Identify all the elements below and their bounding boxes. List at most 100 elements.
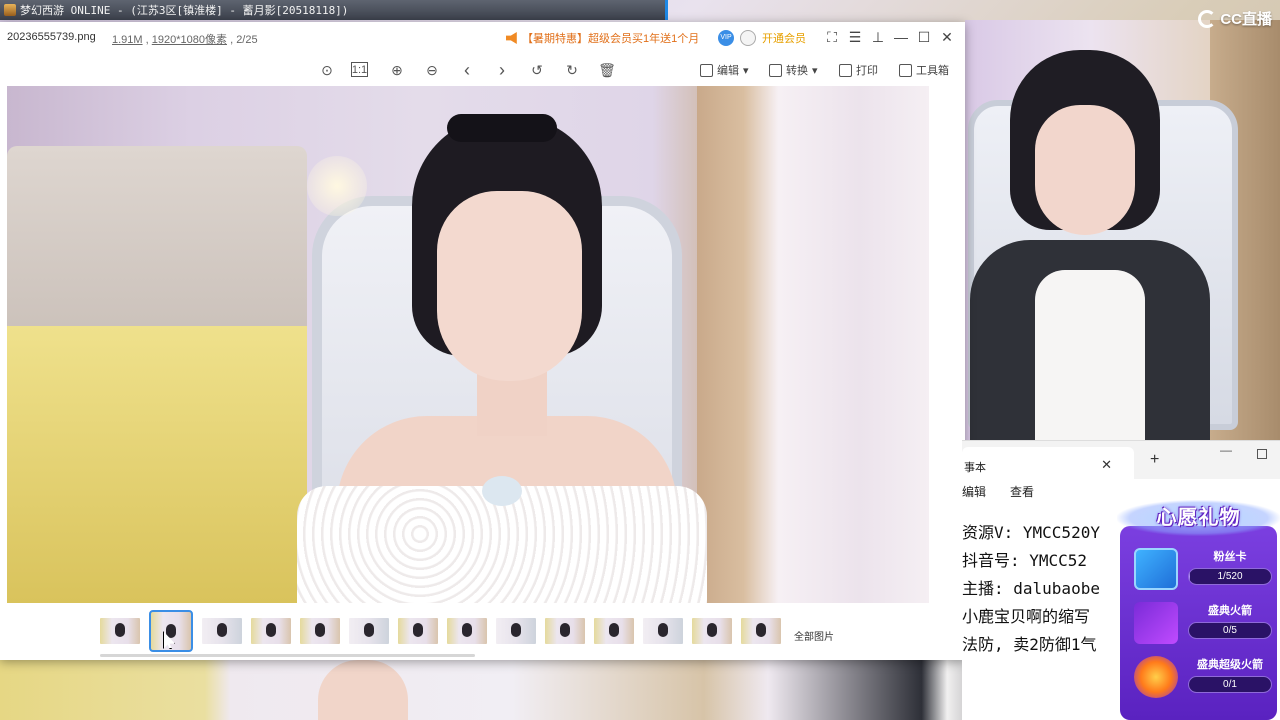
grid-icon (899, 63, 912, 77)
zoom-in-icon[interactable]: ⊕ (386, 60, 408, 80)
convert-menu[interactable]: 转换 ▾ (769, 62, 818, 78)
thumbnail[interactable] (741, 618, 781, 644)
thumbnail[interactable] (643, 618, 683, 644)
game-title: 梦幻西游 ONLINE - (江苏3区[镇淮楼] - 蓄月影[20518118]… (20, 4, 349, 17)
next-icon[interactable]: › (491, 60, 513, 80)
gift-progress-text: 1/520 (1217, 571, 1243, 582)
menu-view[interactable]: 查看 (1010, 483, 1034, 500)
game-bar-edge (665, 0, 668, 20)
thumbnail-scrollbar[interactable] (100, 654, 475, 657)
file-size[interactable]: 1.91M (112, 34, 143, 46)
image-position: 2/25 (236, 34, 258, 46)
delete-icon[interactable]: 🗑 (596, 60, 618, 80)
notepad-line: 资源V: YMCC520Y (962, 523, 1100, 542)
gift-name: 盛典火箭 (1208, 605, 1252, 617)
game-icon (4, 4, 16, 16)
gift-progress-bar: 0/1 (1188, 676, 1272, 693)
thumbnail[interactable] (100, 618, 140, 644)
thumbnail[interactable] (594, 618, 634, 644)
game-title-bar: 梦幻西游 ONLINE - (江苏3区[镇淮楼] - 蓄月影[20518118]… (0, 0, 665, 20)
gift-name: 盛典超级火箭 (1197, 659, 1263, 671)
zoom-out-icon[interactable]: ⊖ (421, 60, 443, 80)
maximize-icon[interactable] (1257, 449, 1267, 459)
speaker-icon (506, 32, 517, 44)
menu-edit[interactable]: 编辑 (962, 483, 986, 500)
gift-progress-text: 0/1 (1223, 679, 1237, 690)
edit-icon (700, 63, 713, 77)
rotate-left-icon[interactable]: ↺ (526, 60, 548, 80)
notepad-line: 主播: dalubaobe (962, 579, 1100, 598)
notepad-line: 抖音号: YMCC52 (962, 551, 1088, 570)
open-vip-button[interactable]: 开通会员 (762, 30, 806, 46)
menu-icon[interactable]: ☰ (847, 28, 863, 46)
wish-gift-item[interactable]: 粉丝卡 1/520 (1126, 542, 1272, 594)
actual-size-icon[interactable]: 1:1 (351, 62, 368, 77)
thumbnail-strip (100, 610, 781, 652)
rocket-icon (1134, 602, 1178, 644)
previous-icon[interactable]: ‹ (456, 60, 478, 80)
vip-area: VIP 开通会员 (718, 30, 806, 46)
toolbox-button[interactable]: 工具箱 (899, 62, 949, 78)
streamer-video (970, 50, 1210, 440)
gift-progress-text: 0/5 (1223, 625, 1237, 636)
edit-menu[interactable]: 编辑 ▾ (700, 62, 749, 78)
thumbnail[interactable] (202, 618, 242, 644)
thumbnail[interactable] (251, 618, 291, 644)
gift-name: 粉丝卡 (1213, 551, 1247, 563)
desktop: { "game_bar": { "title": "梦幻西游 ONLINE - … (0, 0, 1280, 720)
cc-live-logo: CC直播 (1198, 8, 1272, 29)
thumbnail[interactable] (692, 618, 732, 644)
file-name: 20236555739.png (7, 31, 96, 43)
maximize-icon[interactable]: ☐ (916, 28, 932, 46)
all-pictures-link[interactable]: 全部图片 (794, 628, 834, 643)
notepad-text-area[interactable]: 资源V: YMCC520Y 抖音号: YMCC52 主播: dalubaobe 小鹿… (962, 519, 1100, 659)
minimize-icon[interactable]: — (893, 28, 909, 46)
thumbnail[interactable] (496, 618, 536, 644)
new-tab-icon[interactable]: + (1150, 451, 1159, 469)
thumbnail[interactable] (300, 618, 340, 644)
file-meta: 1.91M , 1920*1080像素 , 2/25 (112, 34, 258, 46)
thumbnail[interactable] (447, 618, 487, 644)
image-resolution[interactable]: 1920*1080像素 (152, 34, 227, 46)
convert-icon (769, 63, 782, 77)
wish-gift-panel: 粉丝卡 1/520 盛典火箭 0/5 盛典超级火箭 0/1 心愿礼物 (1117, 500, 1280, 720)
close-icon[interactable]: ✕ (939, 28, 955, 46)
notepad-line: 法防, 卖2防御1气 (962, 635, 1097, 654)
gift-progress-bar: 0/5 (1188, 622, 1272, 639)
wish-gift-list: 粉丝卡 1/520 盛典火箭 0/5 盛典超级火箭 0/1 (1120, 526, 1277, 720)
fullscreen-icon[interactable]: ⛶ (824, 28, 840, 46)
skin-icon[interactable] (740, 30, 756, 46)
thumbnail[interactable] (398, 618, 438, 644)
image-viewer-window: 20236555739.png 1.91M , 1920*1080像素 , 2/… (0, 22, 965, 660)
vip-badge-icon[interactable]: VIP (718, 30, 734, 46)
photo-subject (297, 114, 717, 603)
main-photo[interactable] (7, 86, 929, 603)
window-controls: ⛶ ☰ ⊥ — ☐ ✕ (824, 28, 955, 46)
printer-icon (839, 63, 852, 77)
chevron-down-icon: ▾ (812, 64, 818, 77)
gift-progress-bar: 1/520 (1188, 568, 1272, 585)
mouse-mode-icon[interactable]: ⊙ (316, 60, 338, 80)
fan-card-icon (1134, 548, 1178, 590)
thumbnail[interactable] (149, 610, 193, 652)
viewer-title-bar: 20236555739.png 1.91M , 1920*1080像素 , 2/… (0, 22, 965, 54)
notepad-tab[interactable]: 事本 ✕ (962, 447, 1134, 479)
viewer-toolbar: ⊙ 1:1 ⊕ ⊖ ‹ › ↺ ↻ 🗑 编辑 ▾ 转换 ▾ 打印 工具箱 (0, 54, 965, 86)
thumbnail[interactable] (349, 618, 389, 644)
super-rocket-icon (1134, 656, 1178, 698)
wish-gift-item[interactable]: 盛典火箭 0/5 (1126, 596, 1272, 648)
thumbnail[interactable] (545, 618, 585, 644)
notepad-tab-bar: 事本 ✕ + — (962, 441, 1280, 479)
pin-icon[interactable]: ⊥ (870, 28, 886, 46)
close-tab-icon[interactable]: ✕ (1101, 457, 1112, 473)
rotate-right-icon[interactable]: ↻ (561, 60, 583, 80)
notepad-line: 小鹿宝贝啊的缩写 (962, 607, 1091, 626)
promo-text: 【暑期特惠】超级会员买1年送1个月 (522, 33, 700, 45)
print-button[interactable]: 打印 (839, 62, 878, 78)
minimize-icon[interactable]: — (1220, 443, 1232, 457)
promo-banner[interactable]: 【暑期特惠】超级会员买1年送1个月 (506, 30, 699, 46)
chevron-down-icon: ▾ (743, 64, 749, 77)
cc-logo-icon (1198, 9, 1217, 28)
wish-gift-title: 心愿礼物 (1117, 500, 1280, 536)
wish-gift-item[interactable]: 盛典超级火箭 0/1 (1126, 650, 1272, 702)
